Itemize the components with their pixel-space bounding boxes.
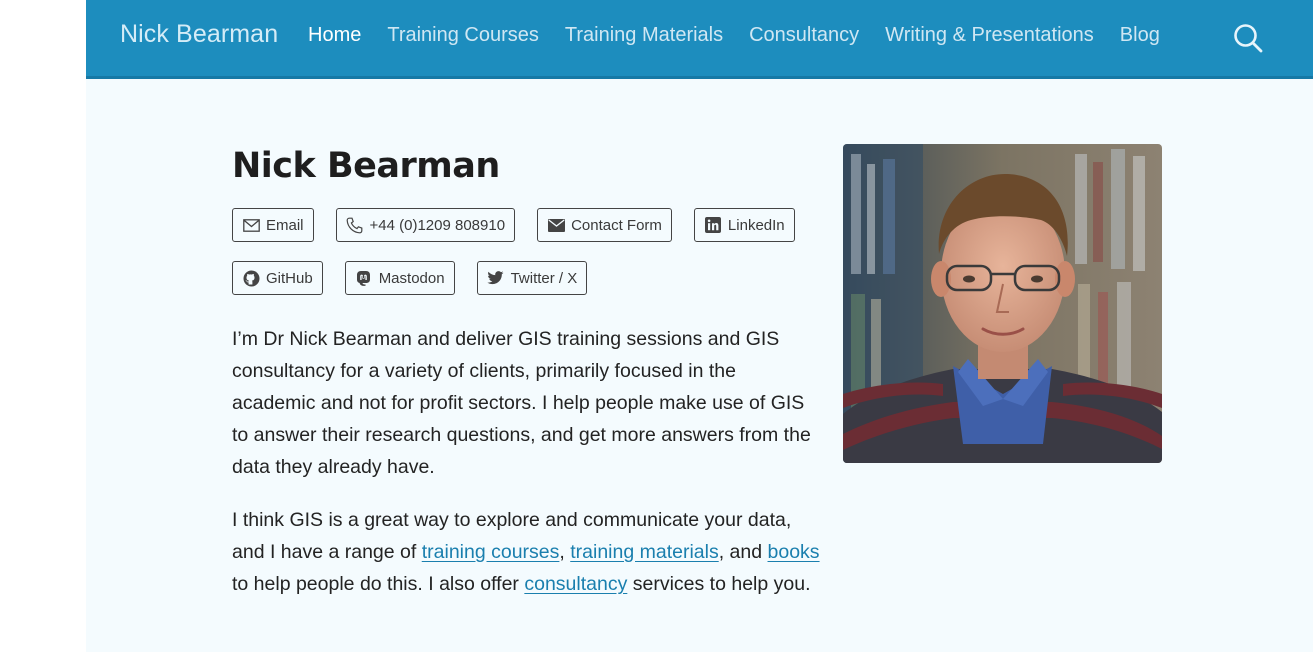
services-text-3: , and [718, 541, 768, 563]
email-button-label: Email [266, 216, 304, 234]
mastodon-button-label: Mastodon [378, 269, 445, 287]
twitter-icon [487, 269, 505, 287]
services-text-2: , [559, 541, 571, 563]
intro-paragraph: I’m Dr Nick Bearman and deliver GIS trai… [232, 328, 811, 478]
linkedin-icon [704, 216, 722, 234]
envelope-icon [242, 216, 260, 234]
github-icon [242, 269, 260, 287]
contact-form-button[interactable]: Contact Form [537, 208, 672, 242]
training-courses-link[interactable]: training courses [422, 541, 560, 563]
profile-photo [843, 144, 1162, 463]
phone-icon [346, 216, 364, 234]
page-title: Nick Bearman [232, 146, 500, 186]
nav-links: Home Training Courses Training Materials… [308, 24, 1186, 47]
site-brand[interactable]: Nick Bearman [120, 20, 278, 49]
social-links-row: GitHub Mastodon Twitter / X [232, 261, 822, 295]
nav-link-training-materials[interactable]: Training Materials [565, 24, 723, 47]
email-button[interactable]: Email [232, 208, 314, 242]
main-content: Nick Bearman Email +44 (0)1209 808910 Co… [232, 140, 822, 600]
books-link[interactable]: books [768, 541, 820, 563]
consultancy-link[interactable]: consultancy [524, 573, 627, 595]
nav-link-consultancy[interactable]: Consultancy [749, 24, 859, 47]
github-button[interactable]: GitHub [232, 261, 323, 295]
linkedin-button-label: LinkedIn [727, 216, 785, 234]
nav-link-home[interactable]: Home [308, 24, 361, 47]
nav-link-training-courses[interactable]: Training Courses [387, 24, 539, 47]
page: Nick Bearman Home Training Courses Train… [86, 0, 1313, 652]
phone-button-label: +44 (0)1209 808910 [369, 216, 506, 234]
training-materials-link[interactable]: training materials [570, 541, 718, 563]
envelope-filled-icon [547, 216, 565, 234]
linkedin-button[interactable]: LinkedIn [693, 208, 795, 242]
services-paragraph: I think GIS is a great way to explore an… [232, 504, 822, 600]
top-navbar: Nick Bearman Home Training Courses Train… [86, 0, 1313, 79]
search-icon[interactable] [1232, 22, 1264, 54]
contact-links-row: Email +44 (0)1209 808910 Contact Form Li… [232, 208, 822, 242]
services-text-4: to help people do this. I also offer [232, 573, 525, 595]
mastodon-button[interactable]: Mastodon [344, 261, 455, 295]
nav-link-blog[interactable]: Blog [1120, 24, 1160, 47]
github-button-label: GitHub [266, 269, 313, 287]
twitter-button-label: Twitter / X [510, 269, 578, 287]
services-text-5: services to help you. [627, 573, 811, 595]
nav-link-writing-presentations[interactable]: Writing & Presentations [885, 24, 1094, 47]
twitter-button[interactable]: Twitter / X [476, 261, 588, 295]
contact-form-button-label: Contact Form [571, 216, 662, 234]
mastodon-icon [355, 269, 373, 287]
phone-button[interactable]: +44 (0)1209 808910 [335, 208, 516, 242]
